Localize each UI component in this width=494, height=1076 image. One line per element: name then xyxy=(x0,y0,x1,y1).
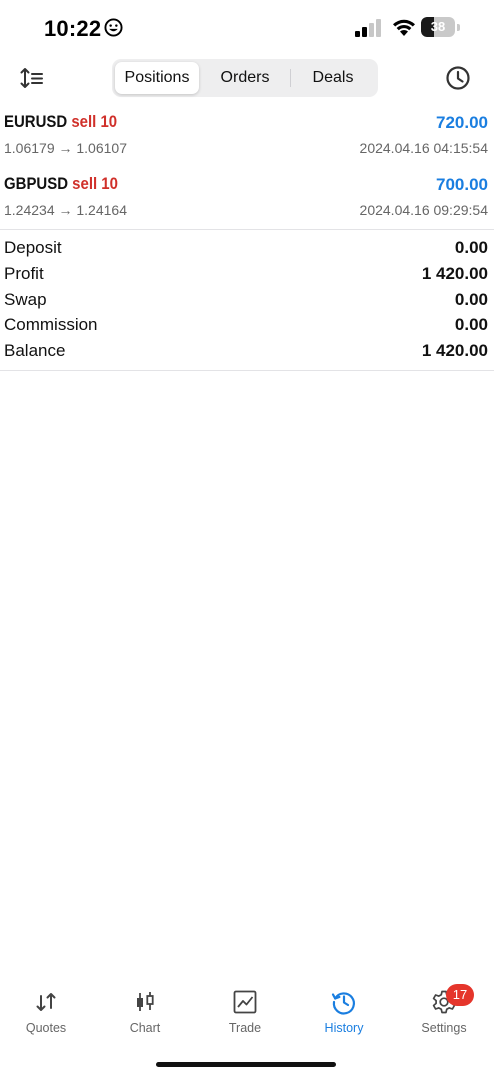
notification-badge: 17 xyxy=(446,984,474,1006)
summary-row-balance: Balance 1 420.00 xyxy=(0,339,494,365)
summary-label: Profit xyxy=(4,263,44,283)
battery-icon: 38 xyxy=(421,17,461,37)
deal-symbol-name: EURUSD xyxy=(4,112,68,131)
tab-orders[interactable]: Orders xyxy=(201,62,289,94)
emoji-icon xyxy=(104,18,123,37)
summary-value: 1 420.00 xyxy=(421,341,488,361)
clock-icon[interactable] xyxy=(444,64,472,92)
summary-value: 0.00 xyxy=(454,238,488,257)
summary-label: Deposit xyxy=(4,238,62,257)
summary-value: 0.00 xyxy=(454,289,488,309)
deal-symbol-name: GBPUSD xyxy=(4,174,69,193)
status-bar: 10:22 38 xyxy=(0,0,494,56)
deal-row[interactable]: GBPUSD sell 10 700.00 1.24234 → 1.24164 … xyxy=(0,168,494,230)
tab-positions[interactable]: Positions xyxy=(115,62,199,94)
tab-label: Settings xyxy=(421,1021,467,1035)
deal-profit: 700.00 xyxy=(436,175,488,194)
cellular-signal-icon xyxy=(355,19,381,37)
deal-prices: 1.24234 → 1.24164 xyxy=(4,202,127,218)
summary-row-deposit: Deposit 0.00 xyxy=(0,236,494,262)
summary-label: Commission xyxy=(4,315,98,335)
deal-action: sell 10 xyxy=(71,112,118,131)
summary-row-commission: Commission 0.00 xyxy=(0,313,494,339)
tab-bar: Quotes Chart Trade History 17 Settings xyxy=(0,980,494,1050)
deal-time: 2024.04.16 04:15:54 xyxy=(359,140,488,156)
candlestick-icon xyxy=(137,992,154,1011)
sort-icon[interactable] xyxy=(18,64,46,92)
deal-time: 2024.04.16 09:29:54 xyxy=(359,202,488,218)
divider xyxy=(0,229,494,230)
tab-label: Quotes xyxy=(25,1021,67,1035)
summary-row-swap: Swap 0.00 xyxy=(0,288,494,314)
divider xyxy=(0,370,494,371)
trade-chart-icon xyxy=(233,990,257,1014)
tab-label: Trade xyxy=(228,1021,262,1035)
deal-prices: 1.06179 → 1.06107 xyxy=(4,140,127,156)
battery-level: 38 xyxy=(430,19,446,34)
deals-list: EURUSD sell 10 720.00 1.06179 → 1.06107 … xyxy=(0,106,494,230)
deal-symbol: EURUSD sell 10 xyxy=(4,112,117,132)
deal-symbol: GBPUSD sell 10 xyxy=(4,174,118,194)
quotes-icon xyxy=(36,993,56,1011)
summary-row-profit: Profit 1 420.00 xyxy=(0,262,494,288)
tab-settings[interactable]: 17 Settings xyxy=(394,980,494,1050)
status-time: 10:22 xyxy=(44,16,102,41)
summary: Deposit 0.00 Profit 1 420.00 Swap 0.00 C… xyxy=(0,236,494,365)
summary-label: Balance xyxy=(4,341,66,361)
toolbar: Positions Orders Deals xyxy=(0,56,494,100)
history-icon xyxy=(331,992,355,1015)
deal-action: sell 10 xyxy=(72,174,118,193)
tab-chart[interactable]: Chart xyxy=(95,980,195,1050)
wifi-icon xyxy=(393,19,415,36)
tab-deals[interactable]: Deals xyxy=(291,62,375,94)
summary-value: 0.00 xyxy=(454,315,488,335)
tab-label: History xyxy=(324,1021,364,1035)
deal-profit: 720.00 xyxy=(436,113,488,132)
home-indicator xyxy=(156,1062,336,1067)
tab-history[interactable]: History xyxy=(294,980,394,1050)
tab-quotes[interactable]: Quotes xyxy=(0,980,96,1050)
summary-value: 1 420.00 xyxy=(421,263,488,283)
deal-row[interactable]: EURUSD sell 10 720.00 1.06179 → 1.06107 … xyxy=(0,106,494,168)
tab-trade[interactable]: Trade xyxy=(195,980,295,1050)
summary-label: Swap xyxy=(4,289,47,309)
tab-label: Chart xyxy=(129,1021,161,1035)
segmented-control: Positions Orders Deals xyxy=(112,59,378,97)
